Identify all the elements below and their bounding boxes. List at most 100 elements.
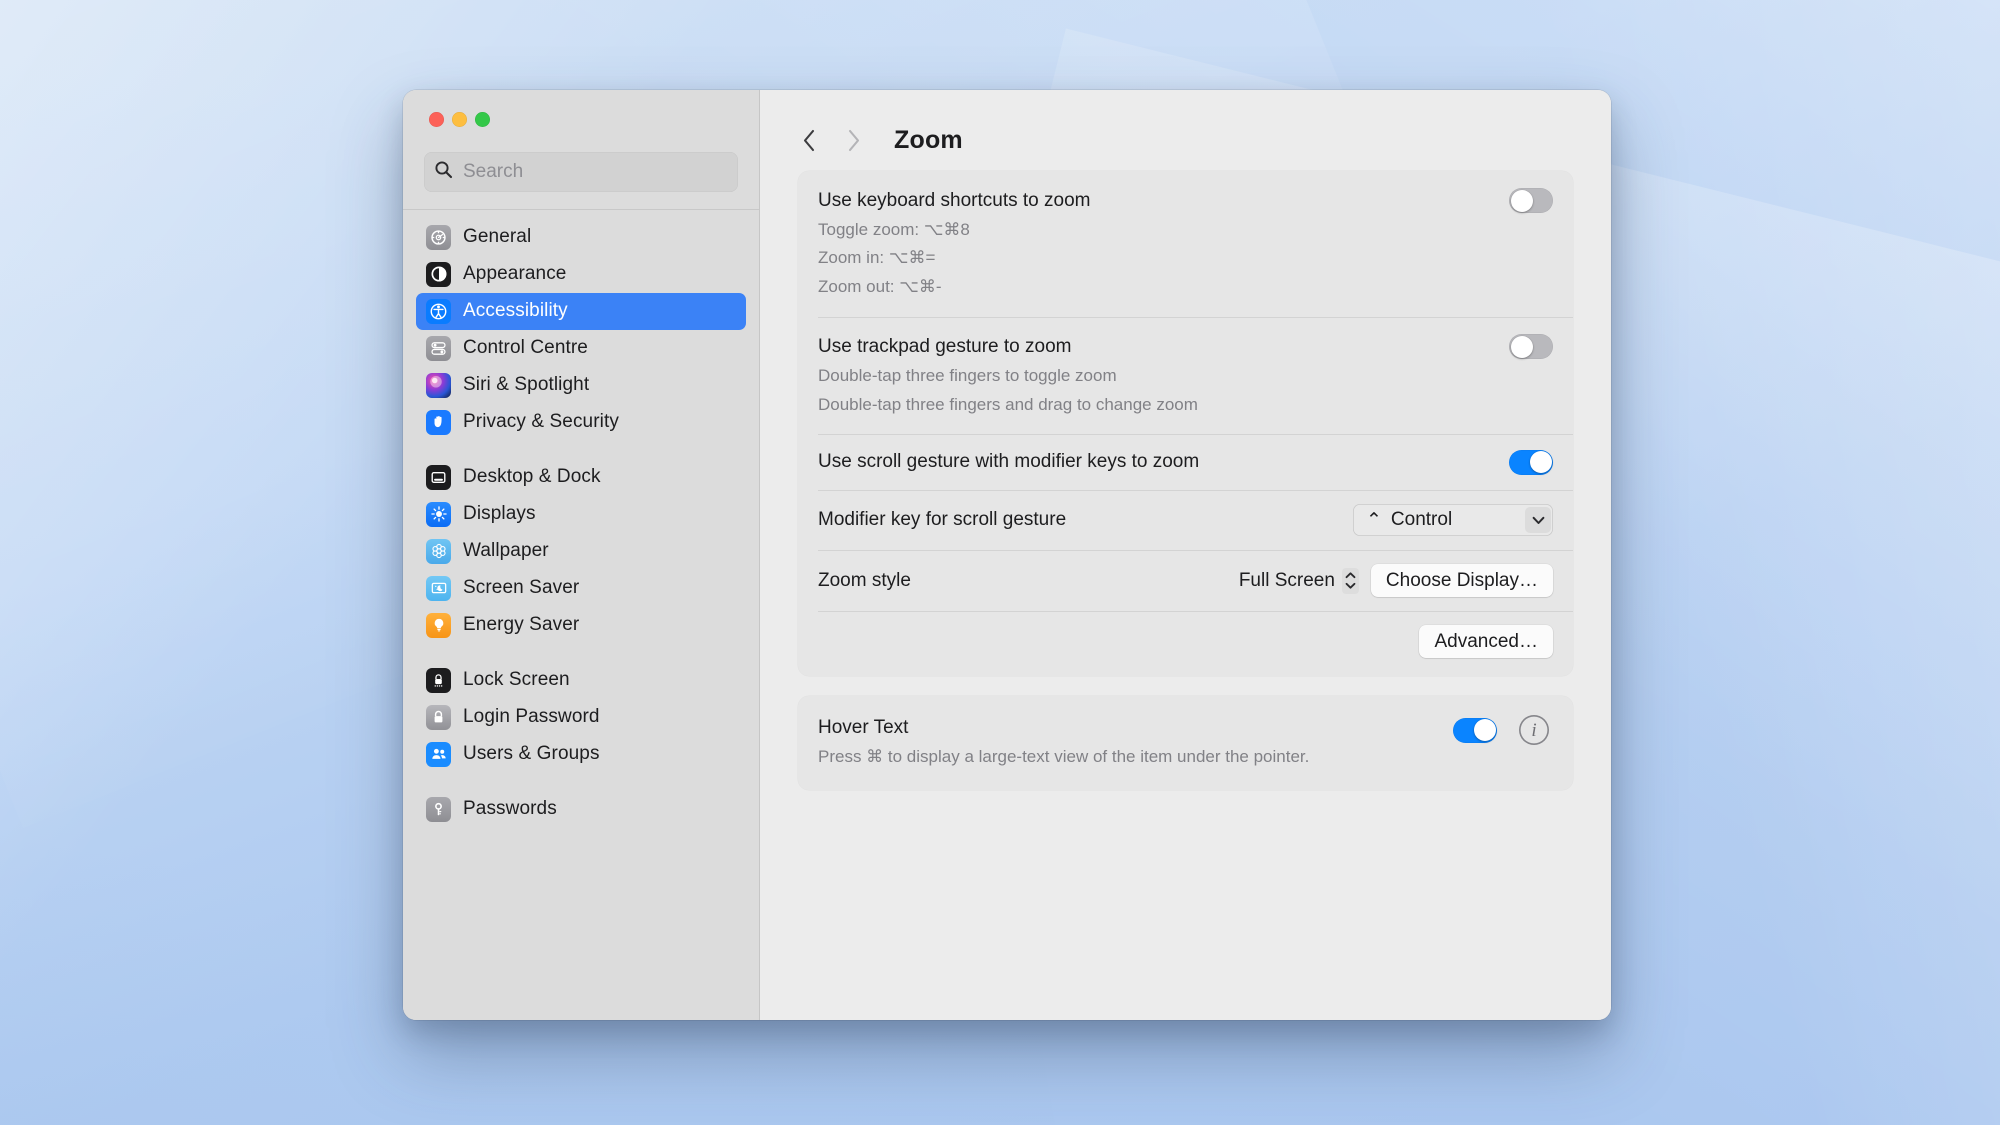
shortcut-zoom-in: Zoom in: ⌥⌘= <box>818 248 936 268</box>
chevron-left-icon[interactable] <box>798 127 820 153</box>
sidebar-item-appearance[interactable]: Appearance <box>416 256 746 293</box>
sidebar-item-displays[interactable]: Displays <box>416 496 746 533</box>
key-icon <box>426 796 451 822</box>
padlock-icon <box>426 704 451 730</box>
siri-orb-icon <box>426 372 451 398</box>
flower-icon <box>426 538 451 564</box>
sidebar-item-siri-spotlight[interactable]: Siri & Spotlight <box>416 367 746 404</box>
zoom-style-label: Zoom style <box>818 569 911 591</box>
sidebar-item-control-centre[interactable]: Control Centre <box>416 330 746 367</box>
zoom-settings-card: Use keyboard shortcuts to zoom Toggle zo… <box>798 171 1573 677</box>
hover-text-title: Hover Text <box>818 717 909 739</box>
content-header: Zoom <box>760 90 1611 162</box>
window-controls <box>403 90 759 142</box>
sidebar-item-label: Passwords <box>463 798 557 819</box>
zoom-style-dropdown[interactable]: Full Screen <box>1238 567 1359 594</box>
system-settings-window: General Appearance <box>403 90 1611 1020</box>
sidebar-item-label: Desktop & Dock <box>463 466 601 487</box>
sidebar-item-label: Appearance <box>463 263 567 284</box>
hand-icon <box>426 409 451 435</box>
choose-display-button[interactable]: Choose Display… <box>1370 564 1553 598</box>
contrast-icon <box>426 261 451 287</box>
hover-text-controls: i <box>1453 715 1553 745</box>
sidebar-item-label: Siri & Spotlight <box>463 374 590 395</box>
screensaver-icon <box>426 575 451 601</box>
modifier-key-label: Modifier key for scroll gesture <box>818 509 1067 531</box>
sidebar-item-privacy-security[interactable]: Privacy & Security <box>416 404 746 441</box>
hover-text-info-button[interactable]: i <box>1519 715 1549 745</box>
search-container <box>403 142 759 209</box>
sidebar-item-login-password[interactable]: Login Password <box>416 699 746 736</box>
sidebar-item-label: Wallpaper <box>463 540 549 561</box>
sidebar-item-label: General <box>463 226 532 247</box>
sidebar-group: General Appearance Accessibility Control… <box>416 219 746 441</box>
zoom-style-row: Zoom style Full Screen Choose Display… <box>798 550 1573 612</box>
sidebar-item-label: Lock Screen <box>463 669 570 690</box>
search-input[interactable] <box>463 161 728 183</box>
page-title: Zoom <box>894 125 963 154</box>
control-symbol-icon: ⌃ <box>1366 509 1382 531</box>
advanced-row: Advanced… <box>798 611 1573 676</box>
toggle-knob <box>1510 189 1533 212</box>
row-title: Use scroll gesture with modifier keys to… <box>818 451 1200 473</box>
sidebar-item-wallpaper[interactable]: Wallpaper <box>416 533 746 570</box>
trackpad-hint-toggle: Double-tap three fingers to toggle zoom <box>818 365 1117 385</box>
sidebar-item-desktop-dock[interactable]: Desktop & Dock <box>416 459 746 496</box>
shortcut-toggle-zoom: Toggle zoom: ⌥⌘8 <box>818 219 970 239</box>
modifier-key-row: Modifier key for scroll gesture ⌃ Contro… <box>798 490 1573 551</box>
hover-text-card: Hover Text Press ⌘ to display a large-te… <box>798 696 1573 790</box>
sliders-icon <box>426 335 451 361</box>
trackpad-gesture-toggle[interactable] <box>1509 334 1553 360</box>
people-icon <box>426 741 451 767</box>
desktop-wallpaper: General Appearance <box>0 0 2000 1125</box>
sidebar-item-general[interactable]: General <box>416 219 746 256</box>
toggle-knob <box>1529 451 1552 474</box>
sidebar-item-label: Control Centre <box>463 337 588 358</box>
sidebar-item-label: Displays <box>463 503 536 524</box>
close-button[interactable] <box>429 112 444 127</box>
sidebar-item-energy-saver[interactable]: Energy Saver <box>416 607 746 644</box>
toggle-knob <box>1473 719 1496 742</box>
search-box[interactable] <box>424 152 738 192</box>
brightness-icon <box>426 501 451 527</box>
chevron-up-down-icon <box>1341 567 1359 594</box>
keyboard-shortcuts-toggle[interactable] <box>1509 188 1553 213</box>
trackpad-hint-drag: Double-tap three fingers and drag to cha… <box>818 394 1198 414</box>
sidebar-item-screen-saver[interactable]: Screen Saver <box>416 570 746 607</box>
maximize-button[interactable] <box>475 112 490 127</box>
sidebar: General Appearance <box>403 90 760 1020</box>
hover-text-row: Hover Text Press ⌘ to display a large-te… <box>798 696 1573 789</box>
sidebar-group: Desktop & Dock Displays Wallpaper Screen… <box>416 459 746 644</box>
scroll-gesture-row: Use scroll gesture with modifier keys to… <box>798 434 1573 490</box>
sidebar-item-label: Users & Groups <box>463 743 600 764</box>
sidebar-item-lock-screen[interactable]: Lock Screen <box>416 662 746 699</box>
sidebar-nav[interactable]: General Appearance Accessibility Control… <box>403 210 759 1021</box>
sidebar-item-passwords[interactable]: Passwords <box>416 791 746 828</box>
shortcut-zoom-out: Zoom out: ⌥⌘- <box>818 277 942 297</box>
trackpad-gesture-row: Use trackpad gesture to zoom Double-tap … <box>798 317 1573 435</box>
sidebar-item-users-groups[interactable]: Users & Groups <box>416 736 746 773</box>
accessibility-icon <box>426 298 451 324</box>
chevron-down-icon <box>1525 507 1551 534</box>
row-title: Use trackpad gesture to zoom <box>818 336 1072 358</box>
sidebar-group: Passwords <box>416 791 746 828</box>
search-icon <box>434 160 453 184</box>
zoom-style-controls: Full Screen Choose Display… <box>1238 564 1553 598</box>
hover-text-toggle[interactable] <box>1453 717 1497 743</box>
keyboard-shortcuts-row: Use keyboard shortcuts to zoom Toggle zo… <box>798 171 1573 318</box>
desktop-icon <box>426 464 451 490</box>
toggle-knob <box>1510 335 1533 358</box>
advanced-button[interactable]: Advanced… <box>1419 625 1553 659</box>
minimize-button[interactable] <box>452 112 467 127</box>
chevron-right-icon[interactable] <box>842 127 864 153</box>
sidebar-item-label: Screen Saver <box>463 577 580 598</box>
info-icon: i <box>1531 719 1537 741</box>
hover-text-description: Press ⌘ to display a large-text view of … <box>818 746 1310 766</box>
sidebar-item-label: Login Password <box>463 706 600 727</box>
content-body: Use keyboard shortcuts to zoom Toggle zo… <box>760 162 1611 1020</box>
sidebar-item-label: Energy Saver <box>463 614 580 635</box>
zoom-style-value: Full Screen <box>1238 569 1335 591</box>
modifier-key-dropdown[interactable]: ⌃ Control <box>1353 504 1553 537</box>
scroll-gesture-toggle[interactable] <box>1509 449 1553 475</box>
sidebar-item-accessibility[interactable]: Accessibility <box>416 292 746 330</box>
